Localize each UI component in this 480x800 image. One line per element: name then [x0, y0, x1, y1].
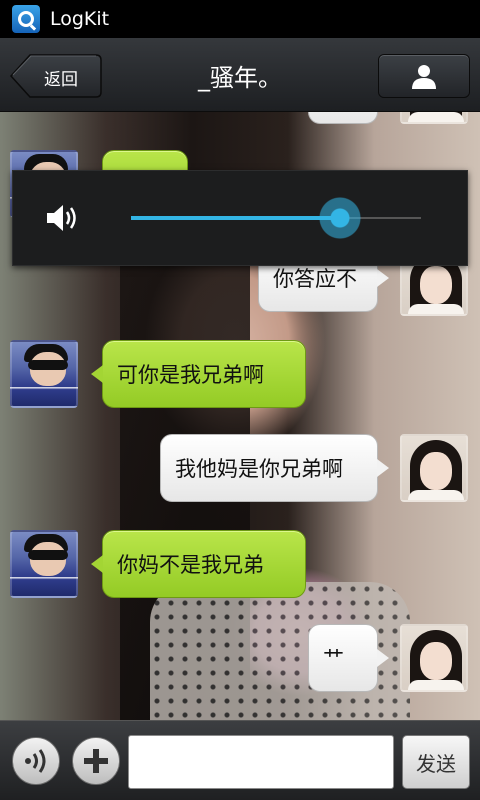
logkit-icon: [12, 5, 40, 33]
person-icon: [412, 65, 436, 89]
voice-button[interactable]: [12, 737, 60, 785]
avatar-self[interactable]: [400, 112, 468, 124]
send-button[interactable]: 发送: [402, 735, 470, 789]
plus-icon: [84, 749, 108, 773]
add-button[interactable]: [72, 737, 120, 785]
avatar-friend[interactable]: [10, 340, 78, 408]
app-name: LogKit: [50, 8, 110, 30]
input-bar: 发送: [0, 720, 480, 800]
avatar-self[interactable]: [400, 624, 468, 692]
volume-panel: [12, 170, 468, 266]
speaker-icon[interactable]: [45, 201, 79, 235]
volume-slider-thumb[interactable]: [318, 197, 361, 239]
avatar-friend[interactable]: [10, 530, 78, 598]
message-bubble-left[interactable]: 可你是我兄弟啊: [91, 340, 306, 408]
title-bar: 返回 _骚年。: [0, 38, 480, 112]
avatar-self[interactable]: [400, 434, 468, 502]
message-bubble-right[interactable]: 我他妈是你兄弟啊: [160, 434, 389, 502]
volume-slider-fill: [131, 216, 340, 220]
message-input[interactable]: [128, 735, 394, 789]
message-bubble-right[interactable]: [308, 112, 378, 124]
voice-icon: [25, 749, 46, 773]
message-bubble-right[interactable]: 艹: [308, 624, 389, 692]
volume-slider[interactable]: [131, 197, 421, 239]
status-bar: LogKit: [0, 0, 480, 38]
message-bubble-left[interactable]: 你妈不是我兄弟: [91, 530, 306, 598]
profile-button[interactable]: [378, 54, 470, 98]
